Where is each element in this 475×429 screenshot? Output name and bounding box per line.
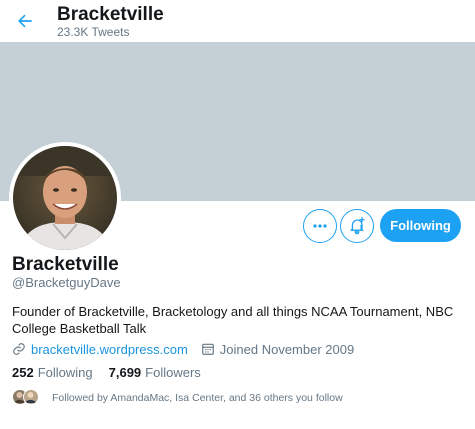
arrow-left-icon bbox=[18, 14, 32, 28]
follower-avatar bbox=[23, 389, 39, 405]
followers-label: Followers bbox=[145, 365, 201, 380]
profile-stats: 252 Following 7,699 Followers bbox=[12, 365, 217, 380]
link-icon bbox=[13, 343, 25, 355]
website-item: bracketville.wordpress.com bbox=[12, 342, 188, 357]
avatar-photo bbox=[13, 146, 117, 250]
following-label: Following bbox=[37, 365, 93, 380]
following-count: 252 bbox=[12, 365, 34, 380]
bell-plus-icon bbox=[350, 217, 365, 235]
profile-handle: @BracketguyDave bbox=[12, 275, 121, 290]
following-stat[interactable]: 252 Following bbox=[12, 365, 93, 380]
followed-by[interactable]: Followed by AmandaMac, Isa Center, and 3… bbox=[12, 389, 343, 407]
following-button[interactable]: Following bbox=[380, 209, 461, 242]
calendar-icon bbox=[201, 343, 214, 355]
profile-bio: Founder of Bracketville, Bracketology an… bbox=[12, 304, 454, 336]
follower-avatars bbox=[12, 389, 42, 407]
website-link[interactable]: bracketville.wordpress.com bbox=[31, 342, 188, 357]
header-title: Bracketville bbox=[57, 4, 164, 25]
profile-avatar[interactable] bbox=[9, 142, 121, 254]
profile-meta: bracketville.wordpress.com Joined Novemb… bbox=[12, 340, 354, 358]
more-icon bbox=[313, 224, 327, 228]
notifications-button[interactable] bbox=[340, 209, 374, 243]
joined-date: Joined November 2009 bbox=[219, 341, 355, 357]
followers-count: 7,699 bbox=[108, 365, 142, 380]
profile-display-name: Bracketville bbox=[12, 254, 119, 275]
more-button[interactable] bbox=[303, 209, 337, 243]
back-button[interactable] bbox=[8, 4, 42, 38]
profile-header: Bracketville 23.3K Tweets bbox=[0, 0, 475, 42]
header-tweet-count: 23.3K Tweets bbox=[57, 25, 130, 39]
joined-item: Joined November 2009 bbox=[201, 342, 354, 357]
followers-stat[interactable]: 7,699 Followers bbox=[109, 365, 201, 380]
followed-by-text: Followed by AmandaMac, Isa Center, and 3… bbox=[52, 392, 343, 404]
